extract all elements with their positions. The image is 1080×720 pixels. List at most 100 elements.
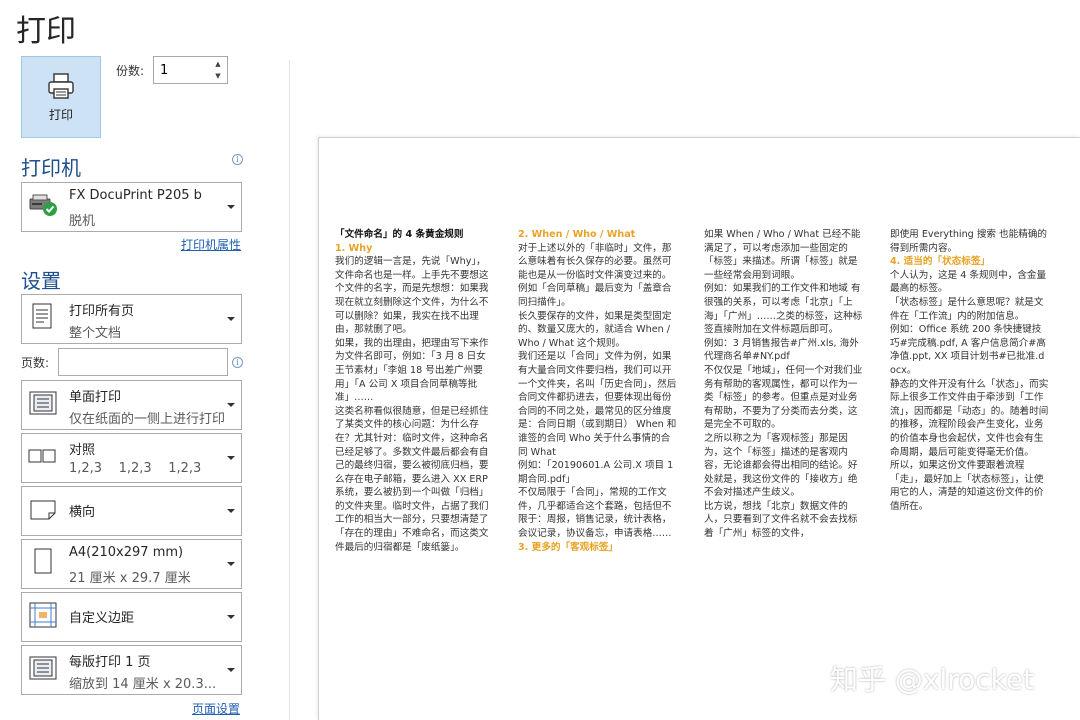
preview-paragraph: 例如：如果我们的工作文件和地域 有很强的关系，可以考虑「北京」「上海」「广州」…… [704, 282, 864, 336]
sides-select[interactable]: 单面打印 仅在纸面的一侧上进行打印 [21, 380, 242, 430]
preview-paragraph: 3. 更多的「客观标签」 [518, 541, 678, 555]
collate-select[interactable]: 对照 1,2,3 1,2,3 1,2,3 [21, 433, 242, 483]
paper-size-select[interactable]: A4(210x297 mm) 21 厘米 x 29.7 厘米 [21, 539, 242, 589]
preview-text: 静态的文件开没有什么「状态」，而实际上很多工作文件由于牵涉到「工作流」，因而都是… [890, 378, 1049, 458]
copies-input[interactable] [154, 57, 210, 83]
paper-size-title: A4(210x297 mm) [69, 545, 184, 560]
preview-paragraph: 我们的逻辑一言是，先说「Why」，文件命名也是一样。上手先不要想这个文件的名字，… [335, 255, 495, 337]
preview-text: 「状态标签」是什么意思呢？就是文件在「工作流」内的附加信息。 [890, 296, 1044, 322]
preview-text: 尤其针对： [354, 432, 403, 444]
print-range-select[interactable]: 打印所有页 整个文档 [21, 294, 242, 344]
preview-text: 不仅局限于「合同」，常规的工作文件，几乎都适合这个套路，包括但不限于：周报，销售… [518, 487, 672, 540]
pages-input[interactable] [58, 348, 228, 376]
preview-paragraph: 不仅仅是「地域」，任何一个对我们业务有帮助的客观属性，都可以作为一类「标签」的参… [704, 364, 864, 432]
preview-text: 我们还是以「合同」文件为例，如果有大量合同文件要归档，我们可以开一个文件夹，名叫… [518, 351, 677, 458]
preview-text: 例如：Office 系统 200 条快捷键技巧#完成稿.pdf, A 客户信息简… [890, 324, 1046, 376]
orientation-select[interactable]: 横向 [21, 486, 242, 536]
copies-label: 份数: [116, 64, 145, 78]
preview-paragraph: 之所以称之为「客观标签」那是因为，这个「标签」描述的是客观内容，无论谁都会得出相… [704, 432, 864, 500]
landscape-icon [28, 497, 58, 525]
preview-text: 比方说，想找「北京」数据文件的人，只要看到了文件名就不会去找标着「广州」标签的文… [704, 500, 858, 540]
preview-text: 个人认为，这是 4 条规则中，含金量最高的标签。 [890, 269, 1047, 295]
margins-select[interactable]: 自定义边距 [21, 592, 242, 642]
chevron-down-icon [227, 668, 235, 672]
preview-column-4: 即使用 Everything 搜索 也能精确的得到所需内容。 4. 适当的「状态标… [890, 228, 1050, 513]
copies-spin[interactable]: ▲ ▼ [211, 59, 225, 81]
document-pages-icon [28, 302, 58, 336]
preview-paragraph: 1. Why [335, 242, 495, 256]
chevron-down-icon [227, 317, 235, 321]
orientation-title: 横向 [69, 505, 96, 520]
preview-text: 之所以称之为「客观标签」那是因为，这个「标签」描述的是客观内容，无论谁都会得出相… [704, 432, 858, 499]
print-button-label: 打印 [48, 107, 73, 122]
print-range-title: 打印所有页 [69, 304, 135, 319]
collate-icon [28, 446, 58, 470]
chevron-down-icon [227, 456, 235, 460]
page-setup-link[interactable]: 页面设置 [192, 700, 240, 717]
preview-text: 如果 When / Who / What 已经不能满足了，可以考虑添加一些固定的… [704, 229, 861, 281]
chevron-down-icon [227, 509, 235, 513]
preview-paragraph: 个人认为，这是 4 条规则中，含金量最高的标签。 [890, 269, 1050, 296]
pages-label: 页数: [21, 356, 50, 370]
paper-size-icon [28, 547, 58, 581]
copies-stepper[interactable]: ▲ ▼ [153, 56, 228, 84]
pages-per-sheet-icon [28, 654, 58, 686]
preview-text: 例如：3 月销售报告#广州.xls, 海外代理商名单#NY.pdf [704, 337, 859, 363]
margins-title: 自定义边距 [69, 611, 135, 626]
info-icon[interactable]: i [232, 154, 243, 165]
preview-text: 例如：「20190601.A 公司.X 项目 1 期合同.pdf」 [518, 460, 674, 485]
preview-paragraph: 不仅局限于「合同」，常规的工作文件，几乎都适合这个套路，包括但不限于：周报，销售… [518, 486, 678, 540]
preview-paragraph: 长久要保存的文件，如果是类型固定的、数量又庞大的，就适合 When / Who … [518, 310, 678, 351]
pages-per-sheet-title: 每版打印 1 页 [69, 655, 151, 670]
one-sided-icon [28, 389, 58, 421]
preview-text: 例如：如果我们的工作文件和地域 有很强的关系，可以考虑「北京」「上海」「广州」…… [704, 283, 863, 336]
preview-paragraph: 例如：Office 系统 200 条快捷键技巧#完成稿.pdf, A 客户信息简… [890, 323, 1050, 377]
printer-icon [48, 72, 74, 99]
page-title: 打印 [16, 14, 76, 49]
spin-up-icon[interactable]: ▲ [211, 59, 225, 69]
collate-subtitle: 1,2,3 1,2,3 1,2,3 [69, 461, 202, 476]
preview-paragraph: 如果，我的出理由，把理由写下来作为文件名即可，例如：「3 月 8 日女王节素材」… [335, 337, 495, 405]
info-icon[interactable]: i [232, 357, 243, 368]
preview-page: 「文件命名」的 4 条黄金规则 1. Why 我们的逻辑一言是，先说「Why」，文件… [318, 137, 1080, 720]
preview-text: 2. When / Who / What [518, 229, 636, 240]
printer-heading: 打印机 [21, 156, 81, 180]
preview-paragraph: 我们还是以「合同」文件为例，如果有大量合同文件要归档，我们可以开一个文件夹，名叫… [518, 350, 678, 459]
printer-status: 脱机 [69, 214, 96, 229]
preview-paragraph: 「文件命名」的 4 条黄金规则 [335, 228, 495, 242]
preview-column-1: 「文件命名」的 4 条黄金规则 1. Why 我们的逻辑一言是，先说「Why」，文件… [335, 228, 495, 554]
collate-title: 对照 [69, 443, 96, 458]
preview-text: 4. 适当的「状态标签」 [890, 256, 991, 268]
preview-paragraph: 例如：3 月销售报告#广州.xls, 海外代理商名单#NY.pdf [704, 337, 864, 364]
preview-text: 「文件命名」的 4 条黄金规则 [335, 229, 464, 240]
preview-text: 临时文件 [402, 432, 441, 444]
preview-paragraph: 4. 适当的「状态标签」 [890, 255, 1050, 269]
chevron-down-icon [227, 562, 235, 566]
watermark: 知乎 @xlrocket [830, 663, 1035, 696]
preview-paragraph: 比方说，想找「北京」数据文件的人，只要看到了文件名就不会去找标着「广州」标签的文… [704, 500, 864, 541]
preview-text: 长久要保存的文件，如果是类型固定的、数量又庞大的，就适合 When / Who … [518, 310, 672, 349]
printer-select[interactable]: FX DocuPrint P205 b 脱机 [21, 182, 242, 232]
preview-paragraph: 这类名称看似很随意，但是已经抓住了某类文件的核心问题：为什么存在？尤其针对：临时… [335, 405, 495, 555]
spin-down-icon[interactable]: ▼ [211, 71, 225, 81]
preview-paragraph: 2. When / Who / What [518, 228, 678, 242]
paper-size-subtitle: 21 厘米 x 29.7 厘米 [69, 571, 191, 586]
margins-icon [28, 601, 58, 633]
preview-paragraph: 「状态标签」是什么意思呢？就是文件在「工作流」内的附加信息。 [890, 296, 1050, 323]
pages-per-sheet-select[interactable]: 每版打印 1 页 缩放到 14 厘米 x 20.3... [21, 645, 242, 695]
preview-column-3: 如果 When / Who / What 已经不能满足了，可以考虑添加一些固定的… [704, 228, 864, 541]
preview-paragraph: 静态的文件开没有什么「状态」，而实际上很多工作文件由于牵涉到「工作流」，因而都是… [890, 378, 1050, 460]
preview-paragraph: 即使用 Everything 搜索 也能精确的得到所需内容。 [890, 228, 1050, 255]
preview-text: 对于上述以外的「非临时」文件，那么意味着有长久保存的必要。虽然可能也是从一份临时… [518, 242, 672, 308]
preview-text: 所以，如果这份文件要跟着流程「走」，最好加上「状态标签」，让使用它的人，清楚的知… [890, 460, 1044, 512]
chevron-down-icon [227, 615, 235, 619]
sides-title: 单面打印 [69, 390, 122, 405]
preview-text: 如果，我的出理由，把理由写下来作为文件名即可，例如：「3 月 8 日女王节素材」… [335, 337, 489, 404]
printer-device-icon [28, 192, 60, 222]
print-button[interactable]: 打印 [21, 56, 101, 138]
preview-text: 3. 更多的「客观标签」 [518, 541, 619, 553]
printer-properties-link[interactable]: 打印机属性 [181, 236, 241, 253]
preview-text: 即使用 Everything 搜索 也能精确的得到所需内容。 [890, 229, 1048, 254]
preview-paragraph: 所以，如果这份文件要跟着流程「走」，最好加上「状态标签」，让使用它的人，清楚的知… [890, 459, 1050, 513]
pages-per-sheet-subtitle: 缩放到 14 厘米 x 20.3... [69, 677, 217, 692]
